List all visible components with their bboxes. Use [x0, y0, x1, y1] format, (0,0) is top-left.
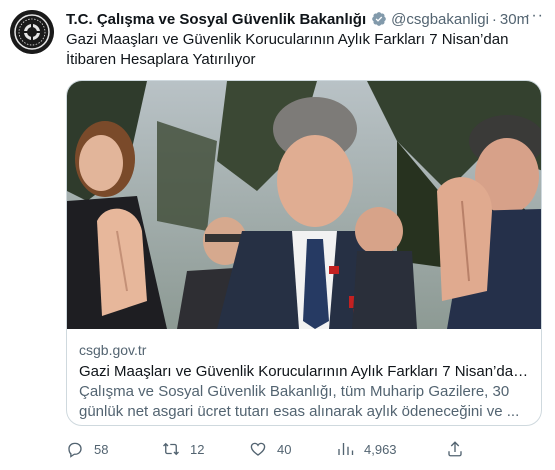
share-button[interactable] — [446, 440, 464, 458]
author-handle[interactable]: @csgbakanligi — [391, 11, 489, 28]
card-meta: csgb.gov.tr Gazi Maaşları ve Güvenlik Ko… — [79, 341, 531, 422]
more-options-icon[interactable]: ··· — [525, 7, 544, 25]
views-icon — [338, 443, 354, 455]
views-count: 4,963 — [364, 441, 397, 457]
card-title[interactable]: Gazi Maaşları ve Güvenlik Korucularının … — [79, 362, 531, 382]
views-button[interactable]: 4,963 — [336, 440, 397, 458]
card-image[interactable] — [67, 81, 541, 329]
verified-badge-icon — [371, 11, 387, 27]
card-description: Çalışma ve Sosyal Güvenlik Bakanlığı, tü… — [79, 383, 520, 420]
tweet-text: Gazi Maaşları ve Güvenlik Korucularının … — [66, 31, 509, 68]
action-bar: 58 12 40 4,963 — [66, 440, 542, 462]
card-domain: csgb.gov.tr — [79, 342, 147, 358]
retweet-count: 12 — [190, 441, 205, 457]
tweet-header: T.C. Çalışma ve Sosyal Güvenlik Bakanlığ… — [66, 7, 546, 29]
ministry-logo-icon — [10, 10, 54, 54]
link-card[interactable]: csgb.gov.tr Gazi Maaşları ve Güvenlik Ko… — [66, 80, 542, 426]
heart-icon — [250, 442, 266, 456]
tweet[interactable]: T.C. Çalışma ve Sosyal Güvenlik Bakanlığ… — [0, 0, 555, 470]
author-name[interactable]: T.C. Çalışma ve Sosyal Güvenlik Bakanlığ… — [66, 11, 366, 28]
like-button[interactable]: 40 — [249, 440, 291, 458]
retweet-icon — [163, 442, 179, 456]
reply-count: 58 — [94, 441, 109, 457]
separator-dot: · — [491, 10, 497, 28]
avatar[interactable] — [10, 10, 54, 54]
reply-icon — [68, 442, 82, 458]
retweet-button[interactable]: 12 — [162, 440, 204, 458]
share-icon — [448, 441, 462, 457]
like-count: 40 — [277, 441, 292, 457]
reply-button[interactable]: 58 — [66, 440, 108, 458]
